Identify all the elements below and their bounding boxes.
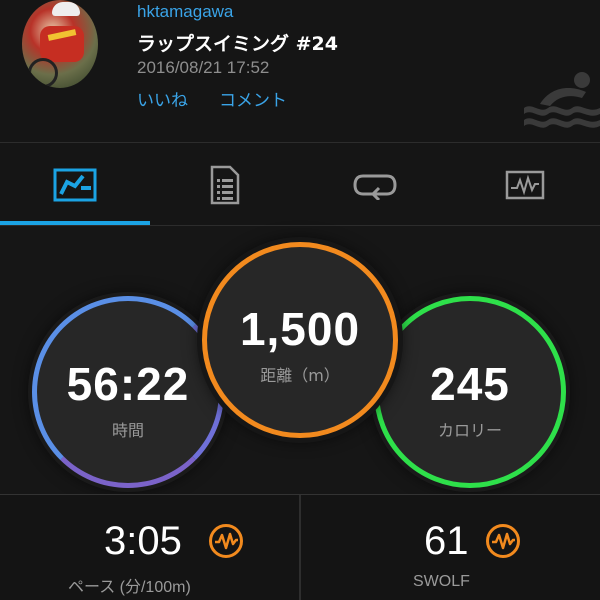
time-value: 56:22 [66, 358, 190, 410]
tab-details[interactable] [150, 143, 300, 227]
tab-overview[interactable] [0, 143, 150, 227]
pace-value: 3:05 [104, 519, 182, 563]
comment-link[interactable]: コメント [219, 86, 287, 111]
chart-orange-icon[interactable] [208, 523, 244, 559]
avatar-wheel [28, 58, 58, 88]
swolf-label: SWOLF [413, 573, 470, 590]
swolf-stat[interactable]: 61 SWOLF [301, 495, 600, 600]
time-ring: 56:22 時間 [32, 296, 224, 488]
chart-orange-icon[interactable] [485, 523, 521, 559]
calories-value: 245 [430, 358, 510, 410]
activity-header: hktamagawa ラップスイミング #24 2016/08/21 17:52… [0, 0, 600, 142]
laps-icon [353, 174, 397, 200]
distance-label: 距離（m） [260, 366, 340, 385]
activity-date: 2016/08/21 17:52 [137, 58, 270, 77]
avatar-helmet [52, 2, 80, 16]
swimmer-icon [524, 72, 600, 128]
distance-value: 1,500 [239, 303, 361, 355]
tab-charts[interactable] [450, 143, 600, 227]
pace-stat[interactable]: 3:05 ペース (分/100m) [0, 495, 299, 600]
calories-ring: 245 カロリー [374, 296, 566, 488]
stats-panel: 3:05 ペース (分/100m) 61 SWOLF [0, 495, 600, 600]
metrics-panel: 56:22 時間 245 カロリー 1,500 距離（m） [0, 226, 600, 494]
swolf-value: 61 [424, 519, 469, 563]
tab-laps[interactable] [300, 143, 450, 227]
chart-icon [505, 170, 545, 200]
pace-label: ペース (分/100m) [68, 579, 191, 596]
like-link[interactable]: いいね [137, 86, 188, 111]
time-label: 時間 [111, 421, 144, 440]
document-list-icon [210, 165, 240, 205]
activity-title: ラップスイミング #24 [137, 33, 338, 55]
calories-label: カロリー [437, 421, 502, 440]
tab-bar [0, 143, 600, 227]
distance-ring: 1,500 距離（m） [202, 242, 398, 438]
activity-overview-icon [53, 168, 97, 202]
avatar[interactable] [22, 0, 98, 88]
username-link[interactable]: hktamagawa [137, 2, 233, 22]
